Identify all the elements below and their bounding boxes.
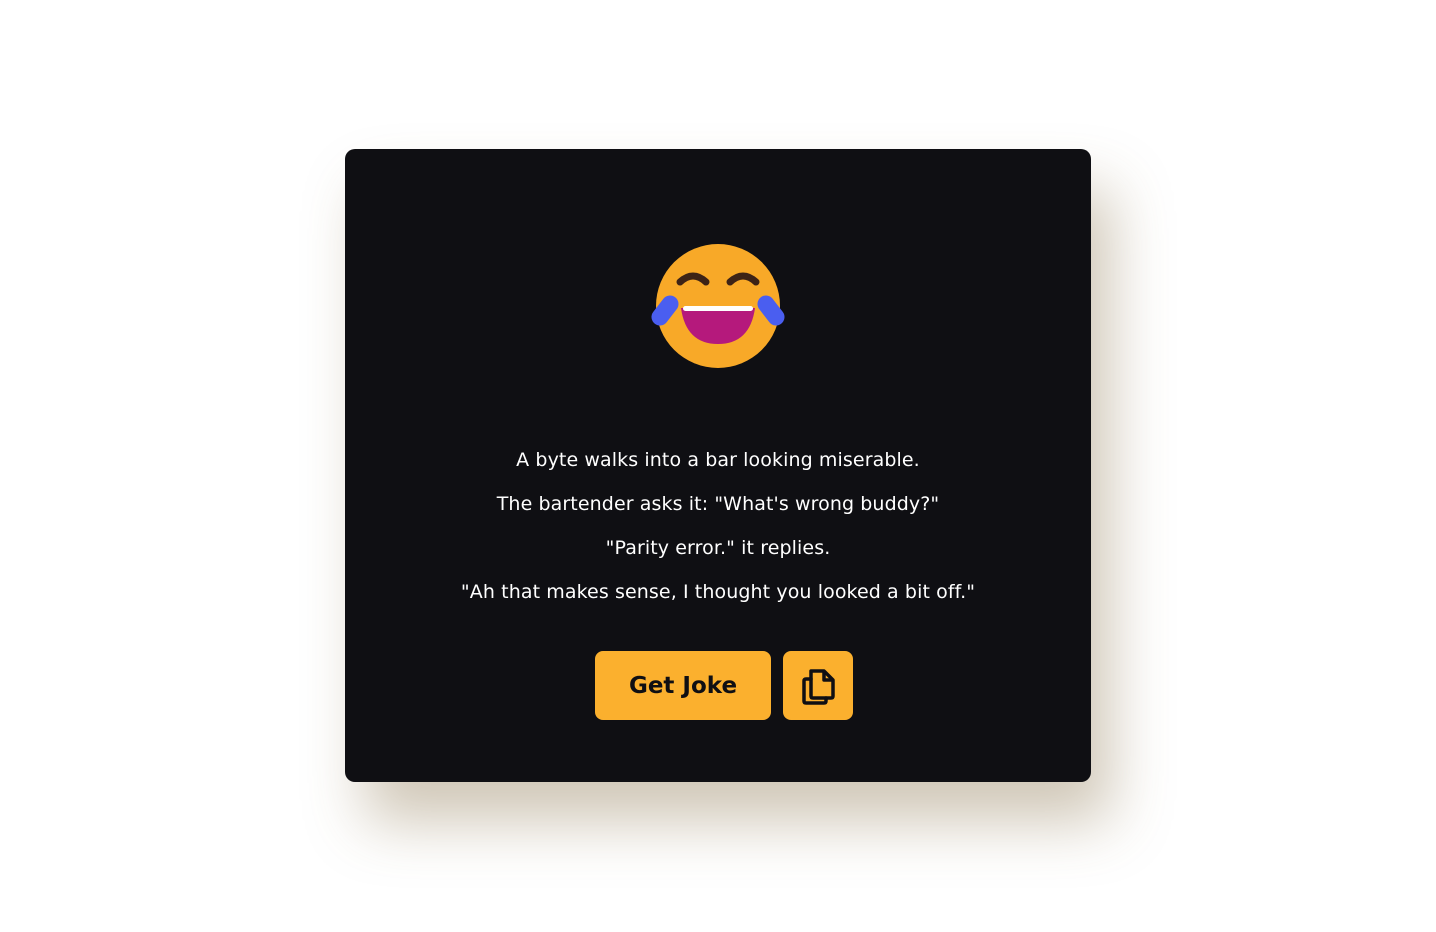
get-joke-button[interactable]: Get Joke	[595, 651, 771, 720]
joke-line: "Ah that makes sense, I thought you look…	[460, 581, 976, 603]
joke-line: "Parity error." it replies.	[605, 537, 831, 559]
get-joke-label: Get Joke	[628, 672, 738, 699]
joke-line: The bartender asks it: "What's wrong bud…	[496, 493, 940, 515]
joke-text: A byte walks into a bar looking miserabl…	[345, 438, 1091, 614]
face-with-tears-of-joy-icon	[651, 244, 785, 368]
joke-line: A byte walks into a bar looking miserabl…	[516, 449, 920, 471]
copy-icon	[802, 668, 835, 705]
copy-button[interactable]	[783, 651, 853, 720]
